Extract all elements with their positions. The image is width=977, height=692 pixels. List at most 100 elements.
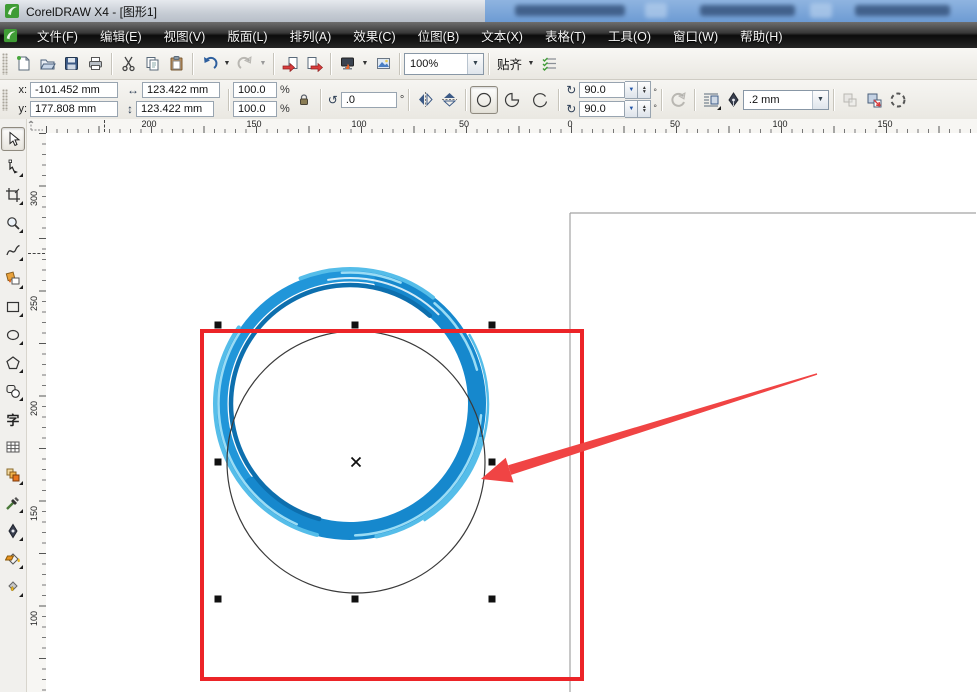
mirror-vertical-button[interactable] [437, 88, 461, 112]
object-width-input[interactable]: 123.422 mm [142, 82, 220, 98]
rotation-angle-input[interactable]: .0 [341, 92, 397, 108]
handle-middle-right[interactable] [489, 459, 496, 466]
save-button[interactable] [59, 52, 83, 76]
menu-effects[interactable]: 效果(C) [342, 22, 406, 49]
coreldraw-app-icon [4, 3, 20, 19]
polygon-tool[interactable] [1, 351, 25, 375]
zoom-tool[interactable] [1, 211, 25, 235]
arc-start-spinner[interactable]: ▲▼ [638, 81, 651, 99]
basic-shapes-tool[interactable] [1, 379, 25, 403]
handle-top-left[interactable] [215, 322, 222, 329]
ellipse-tool[interactable] [1, 323, 25, 347]
separator [488, 53, 489, 75]
wrap-paragraph-text-button[interactable] [699, 88, 723, 112]
menu-help[interactable]: 帮助(H) [729, 22, 793, 49]
menu-arrange[interactable]: 排列(A) [279, 22, 343, 49]
outline-width-dropdown-icon[interactable]: ▼ [812, 91, 828, 109]
import-button[interactable] [278, 52, 302, 76]
arc-end-dropdown[interactable]: ▼ [625, 100, 638, 118]
convert-outline-to-object-button[interactable] [838, 88, 862, 112]
lock-ratio-button[interactable] [292, 88, 316, 112]
arc-start-dropdown[interactable]: ▼ [625, 81, 638, 99]
open-button[interactable] [35, 52, 59, 76]
red-annotation-arrow[interactable] [481, 373, 817, 482]
title-bar[interactable]: CorelDRAW X4 - [图形1] [0, 0, 977, 23]
options-button[interactable] [537, 52, 561, 76]
redo-button[interactable] [233, 52, 257, 76]
menu-file[interactable]: 文件(F) [26, 22, 89, 49]
rectangle-tool[interactable] [1, 295, 25, 319]
menu-text[interactable]: 文本(X) [470, 22, 534, 49]
scale-y-input[interactable]: 100.0 [233, 101, 277, 117]
menu-layout[interactable]: 版面(L) [216, 22, 278, 49]
copy-button[interactable] [140, 52, 164, 76]
redo-dropdown[interactable]: ▼ [257, 52, 269, 76]
arc-end-input[interactable]: 90.0 [579, 101, 625, 117]
mirror-horizontal-button[interactable] [413, 88, 437, 112]
standard-toolbar: ▼ ▼ ▼ 100% ▼ 贴齐 ▼ [0, 48, 977, 80]
table-tool[interactable] [1, 435, 25, 459]
cut-button[interactable] [116, 52, 140, 76]
arc-mode-button[interactable] [526, 86, 554, 114]
launcher-dropdown[interactable]: ▼ [359, 52, 371, 76]
convert-to-curves-button[interactable] [862, 88, 886, 112]
canvas[interactable] [46, 133, 977, 692]
y-position-input[interactable]: 177.808 mm [30, 101, 118, 117]
paste-button[interactable] [164, 52, 188, 76]
snap-to-dropdown[interactable]: ▼ [525, 52, 537, 76]
blend-tool[interactable] [1, 463, 25, 487]
propbar-grip[interactable] [2, 89, 8, 111]
welcome-screen-button[interactable] [371, 52, 395, 76]
menu-bitmaps[interactable]: 位图(B) [407, 22, 471, 49]
handle-bottom-right[interactable] [489, 596, 496, 603]
outline-width-combo[interactable]: .2 mm ▼ [743, 90, 829, 110]
zoom-level-combo[interactable]: 100% ▼ [404, 53, 484, 75]
snap-to-label[interactable]: 贴齐 [497, 54, 522, 73]
application-launcher-button[interactable] [335, 52, 359, 76]
arc-start-input[interactable]: 90.0 [579, 82, 625, 98]
scale-x-input[interactable]: 100.0 [233, 82, 277, 98]
interactive-fill-tool[interactable] [1, 575, 25, 599]
handle-middle-left[interactable] [215, 459, 222, 466]
handle-top-right[interactable] [489, 322, 496, 329]
handle-bottom-left[interactable] [215, 596, 222, 603]
menu-table[interactable]: 表格(T) [534, 22, 597, 49]
smart-fill-tool[interactable] [1, 267, 25, 291]
arc-start-degree-sign: ° [653, 87, 657, 97]
hruler-label: 50 [670, 119, 680, 129]
ruler-origin-corner[interactable] [27, 119, 47, 134]
horizontal-ruler[interactable]: 200 150 100 50 0 50 100 150 [46, 119, 977, 134]
undo-button[interactable] [197, 52, 221, 76]
menu-tools[interactable]: 工具(O) [597, 22, 662, 49]
eyedropper-tool[interactable] [1, 491, 25, 515]
text-tool[interactable]: 字 [1, 407, 25, 431]
vertical-ruler[interactable]: 300 250 200 150 100 [27, 133, 47, 692]
menu-window[interactable]: 窗口(W) [662, 22, 729, 49]
shape-tool[interactable] [1, 155, 25, 179]
ellipse-properties-button[interactable] [886, 88, 910, 112]
handle-top-center[interactable] [352, 322, 359, 329]
ellipse-mode-button[interactable] [470, 86, 498, 114]
blue-brush-ring[interactable] [161, 215, 538, 592]
zoom-dropdown-icon[interactable]: ▼ [467, 54, 483, 74]
arc-end-spinner[interactable]: ▲▼ [638, 100, 651, 118]
object-height-input[interactable]: 123.422 mm [136, 101, 214, 117]
change-arc-direction-button[interactable] [666, 88, 690, 112]
document-menu-icon[interactable] [3, 28, 18, 43]
separator [833, 89, 834, 111]
pick-tool[interactable] [1, 127, 25, 151]
outline-pen-tool[interactable] [1, 519, 25, 543]
fill-tool[interactable] [1, 547, 25, 571]
menu-view[interactable]: 视图(V) [153, 22, 217, 49]
x-position-input[interactable]: -101.452 mm [30, 82, 118, 98]
toolbar-grip[interactable] [2, 53, 8, 75]
export-button[interactable] [302, 52, 326, 76]
undo-dropdown[interactable]: ▼ [221, 52, 233, 76]
crop-tool[interactable] [1, 183, 25, 207]
print-button[interactable] [83, 52, 107, 76]
freehand-tool[interactable] [1, 239, 25, 263]
pie-mode-button[interactable] [498, 86, 526, 114]
handle-bottom-center[interactable] [352, 596, 359, 603]
menu-edit[interactable]: 编辑(E) [89, 22, 153, 49]
new-document-button[interactable] [11, 52, 35, 76]
